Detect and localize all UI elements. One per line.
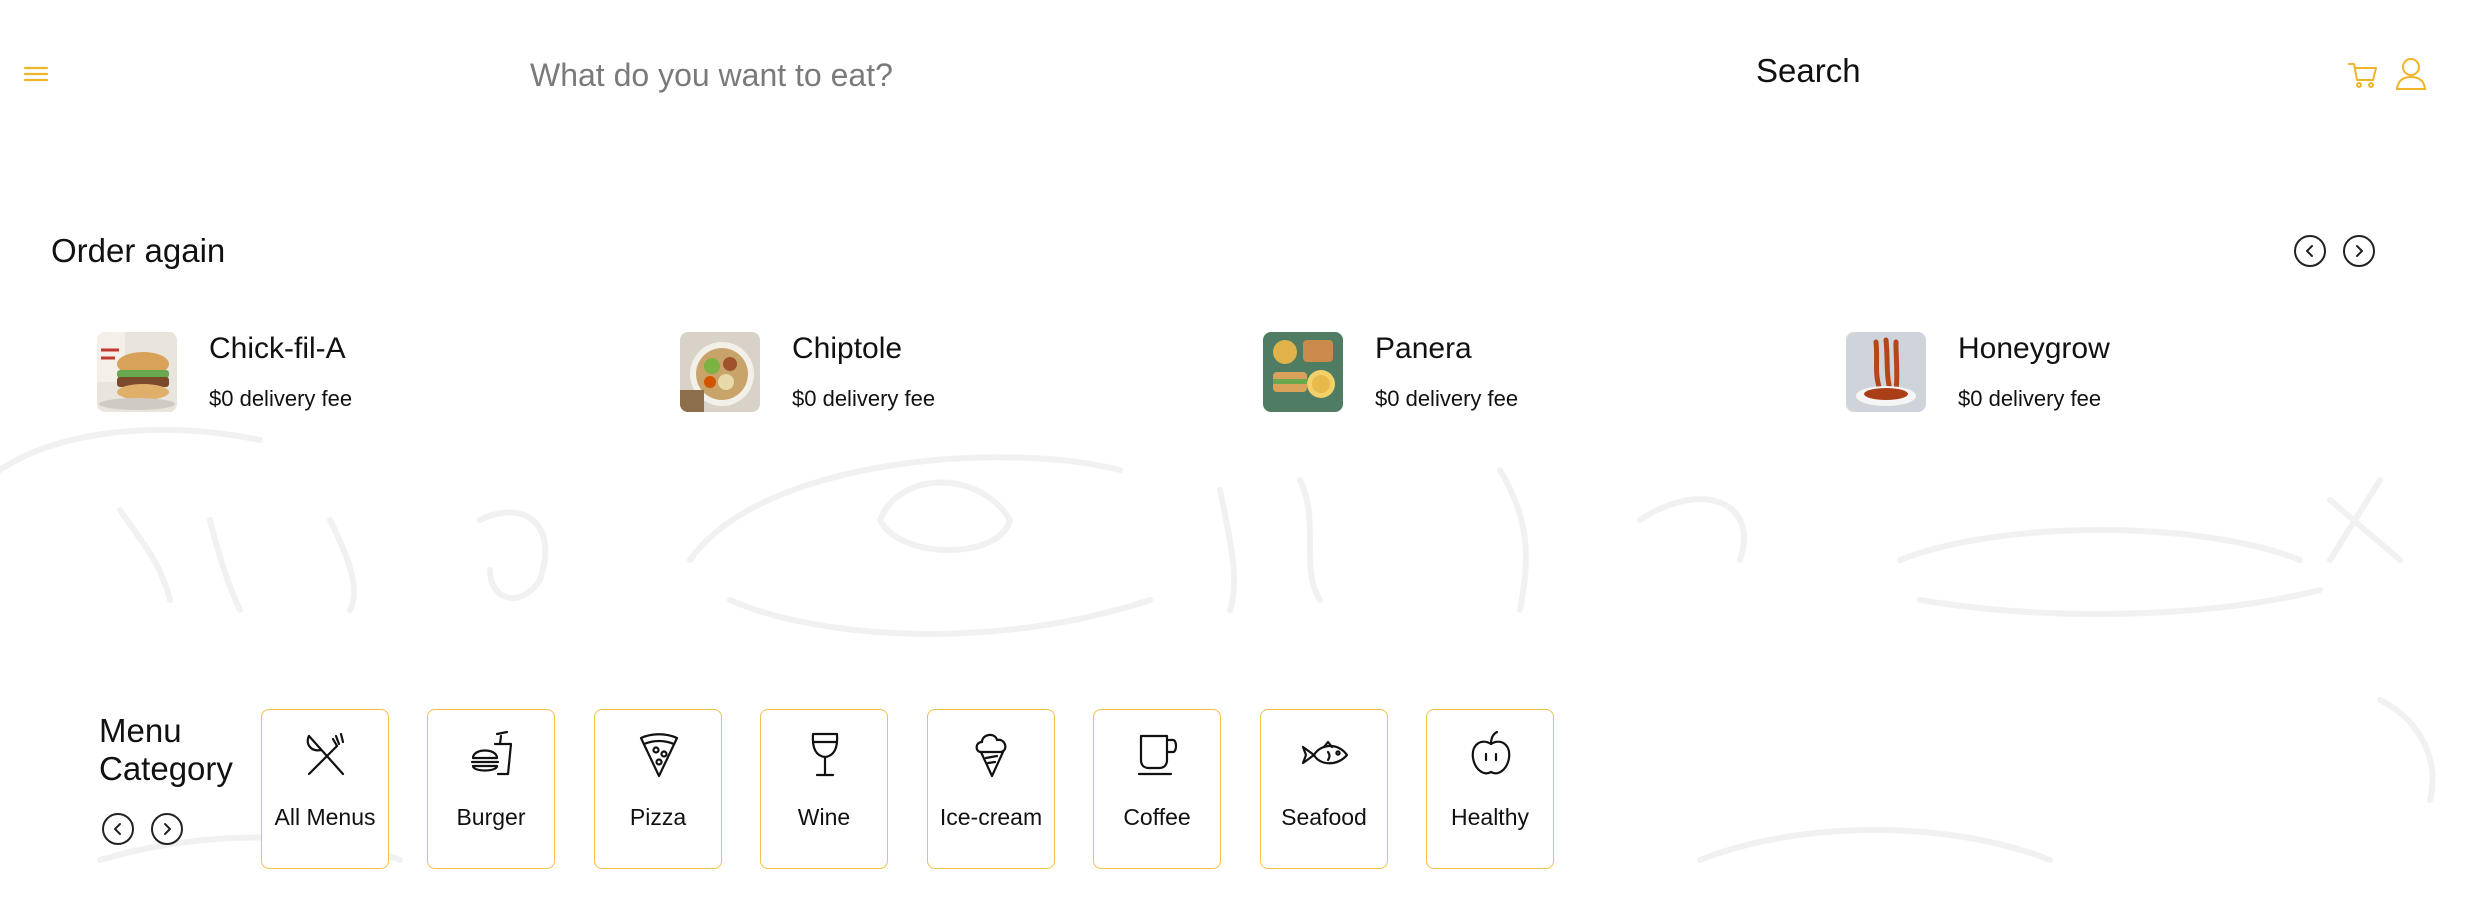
chicken-sandwich-photo <box>97 332 177 412</box>
coffee-icon <box>1137 734 1178 776</box>
category-label: Burger <box>456 804 526 830</box>
order-again-item[interactable]: Chick-fil-A $0 delivery fee <box>97 330 617 414</box>
fish-icon <box>1301 740 1349 765</box>
delivery-fee: $0 delivery fee <box>1375 386 1519 411</box>
category-label: Coffee <box>1123 804 1191 830</box>
pizza-icon <box>639 733 679 778</box>
order-again-prev-button[interactable] <box>2294 235 2326 267</box>
category-label: Pizza <box>629 804 687 830</box>
sandwich-soup-photo <box>1263 332 1343 412</box>
category-label: Healthy <box>1451 804 1529 830</box>
category-prev-button[interactable] <box>102 813 134 845</box>
noodles-photo <box>1846 332 1926 412</box>
burrito-bowl-photo <box>680 332 760 412</box>
burger-icon <box>470 730 513 776</box>
restaurant-name: Panera <box>1375 332 1472 365</box>
category-label: Seafood <box>1281 804 1367 830</box>
category-seafood[interactable]: Seafood <box>1260 709 1388 869</box>
order-again-next-button[interactable] <box>2343 235 2375 267</box>
order-again-item[interactable]: Honeygrow $0 delivery fee <box>1846 330 2366 414</box>
order-again-title: Order again <box>51 232 226 269</box>
category-all-menus[interactable]: All Menus <box>261 709 389 869</box>
order-again-item[interactable]: Chiptole $0 delivery fee <box>680 330 1200 414</box>
category-healthy[interactable]: Healthy <box>1426 709 1554 869</box>
chevron-left-icon <box>114 823 121 835</box>
category-wine[interactable]: Wine <box>760 709 888 869</box>
wine-icon <box>811 732 839 777</box>
delivery-fee: $0 delivery fee <box>792 386 936 411</box>
delivery-fee: $0 delivery fee <box>1958 386 2102 411</box>
chevron-right-icon <box>2356 245 2363 257</box>
apple-icon <box>1471 730 1511 775</box>
category-next-button[interactable] <box>151 813 183 845</box>
restaurant-name: Chick-fil-A <box>209 332 346 365</box>
category-coffee[interactable]: Coffee <box>1093 709 1221 869</box>
category-label: Ice-cream <box>939 804 1043 830</box>
restaurant-name: Chiptole <box>792 332 903 365</box>
ice-cream-icon <box>975 733 1007 778</box>
chevron-left-icon <box>2306 245 2313 257</box>
fork-knife-icon <box>306 732 345 776</box>
order-again-item[interactable]: Panera $0 delivery fee <box>1263 330 1783 414</box>
category-label: All Menus <box>274 804 376 830</box>
category-burger[interactable]: Burger <box>427 709 555 869</box>
menu-category-title: Menu Category <box>99 712 233 787</box>
restaurant-name: Honeygrow <box>1958 332 2110 365</box>
chevron-right-icon <box>164 823 171 835</box>
category-label: Wine <box>797 804 851 830</box>
delivery-fee: $0 delivery fee <box>209 386 353 411</box>
category-pizza[interactable]: Pizza <box>594 709 722 869</box>
category-ice-cream[interactable]: Ice-cream <box>927 709 1055 869</box>
